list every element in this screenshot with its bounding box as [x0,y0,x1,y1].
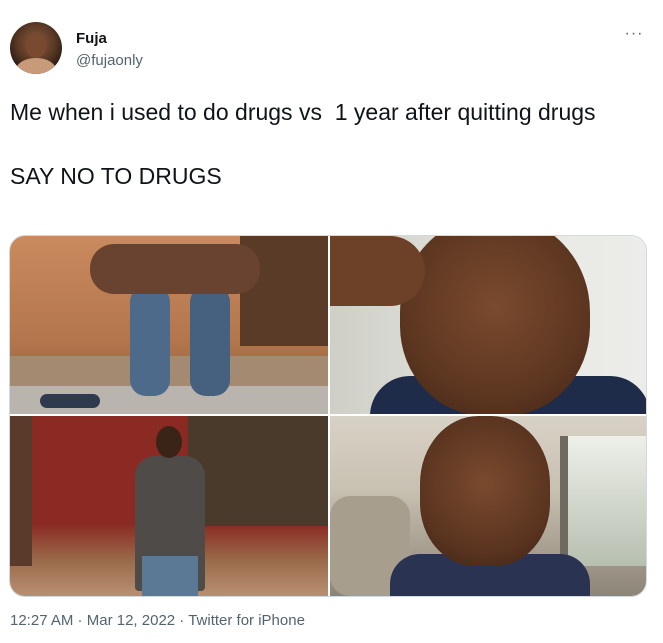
photo-detail [188,416,328,526]
photo-detail [40,394,100,408]
photo-detail [130,286,170,396]
photo-detail [190,286,230,396]
photo-2[interactable] [330,236,646,414]
photo-3[interactable] [10,416,328,596]
more-options-button[interactable]: ··· [620,24,648,48]
avatar-body [16,58,56,74]
photo-detail [330,236,425,306]
more-horizontal-icon: ··· [624,25,644,42]
photo-detail [10,416,32,566]
avatar[interactable] [10,22,62,74]
media-grid [9,235,647,597]
tweet-meta: 12:27 AM · Mar 12, 2022 · Twitter for iP… [10,612,305,629]
tweet-date[interactable]: Mar 12, 2022 [87,612,175,629]
photo-detail [142,556,198,596]
tweet-source[interactable]: Twitter for iPhone [188,612,305,629]
avatar-face [26,32,46,58]
user-handle[interactable]: @fujaonly [76,52,143,69]
photo-detail [90,244,260,294]
photo-4[interactable] [330,416,646,596]
meta-separator: · [73,612,87,629]
photo-detail [400,236,590,414]
tweet-time[interactable]: 12:27 AM [10,612,73,629]
display-name[interactable]: Fuja [76,30,107,47]
tweet-text: Me when i used to do drugs vs 1 year aft… [10,99,596,189]
tweet: Fuja @fujaonly ··· Me when i used to do … [0,0,663,643]
photo-detail [560,436,646,566]
photo-detail [420,416,550,566]
meta-separator: · [175,612,189,629]
photo-detail [156,426,182,458]
photo-1[interactable] [10,236,328,414]
